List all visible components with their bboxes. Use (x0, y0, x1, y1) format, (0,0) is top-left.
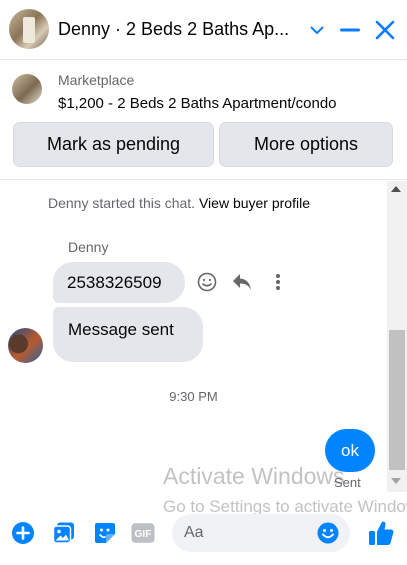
outgoing-message-text: ok (341, 440, 359, 460)
message-input[interactable]: Aa (172, 514, 350, 552)
listing-thumbnail[interactable] (12, 74, 42, 104)
scrollbar-thumb[interactable] (389, 330, 405, 470)
sender-name: Denny (68, 239, 109, 255)
chevron-down-icon[interactable] (307, 18, 327, 42)
listing-title[interactable]: $1,200 - 2 Beds 2 Baths Apartment/condo (58, 95, 337, 112)
gif-label: GIF (135, 529, 152, 540)
chat-header: Denny · 2 Beds 2 Baths Ap... (0, 0, 407, 60)
sender-avatar[interactable] (8, 328, 43, 363)
message-text: Message sent (68, 320, 174, 339)
view-buyer-profile-link[interactable]: View buyer profile (199, 195, 310, 211)
more-options-button[interactable]: More options (219, 122, 393, 167)
emoji-icon[interactable] (317, 522, 339, 544)
message-bubble[interactable]: 2538326509 (53, 262, 185, 303)
minimize-icon[interactable] (338, 18, 362, 42)
scroll-up-arrow[interactable] (391, 186, 401, 192)
close-icon[interactable] (372, 18, 398, 42)
thumbs-up-icon[interactable] (366, 518, 396, 548)
message-bubble[interactable]: Message sent (53, 307, 203, 362)
chat-started-notice: Denny started this chat. View buyer prof… (48, 195, 310, 211)
marketplace-panel: Marketplace $1,200 - 2 Beds 2 Baths Apar… (0, 61, 407, 180)
message-timestamp: 9:30 PM (169, 389, 218, 404)
composer-bar: GIF Aa (0, 505, 407, 565)
message-text: 2538326509 (67, 272, 162, 292)
scroll-down-arrow[interactable] (391, 478, 401, 484)
plus-icon[interactable] (11, 521, 35, 545)
photo-icon[interactable] (52, 521, 76, 545)
react-emoji-icon[interactable] (196, 271, 218, 293)
reply-icon[interactable] (231, 271, 253, 293)
gif-icon[interactable]: GIF (131, 521, 155, 545)
more-actions-icon[interactable] (267, 271, 289, 293)
started-text: Denny started this chat. (48, 195, 196, 211)
mark-as-pending-button[interactable]: Mark as pending (13, 122, 214, 167)
sticker-icon[interactable] (93, 521, 117, 545)
message-input-placeholder: Aa (184, 524, 204, 541)
marketplace-label: Marketplace (58, 72, 135, 88)
chat-title[interactable]: Denny · 2 Beds 2 Baths Ap... (58, 19, 298, 40)
activation-watermark-title: Activate Windows (163, 463, 345, 489)
contact-avatar[interactable] (9, 9, 49, 49)
